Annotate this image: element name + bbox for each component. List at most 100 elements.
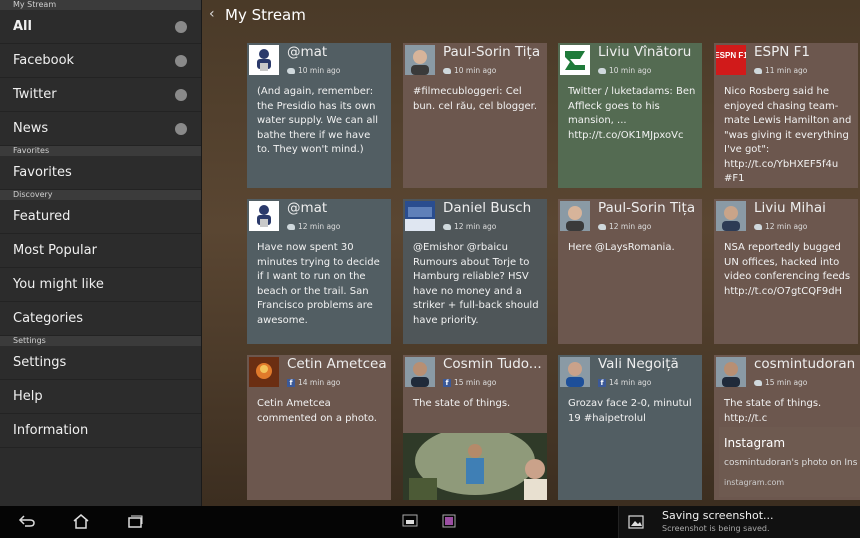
avatar[interactable]	[249, 357, 279, 387]
home-nav-icon[interactable]	[72, 514, 90, 529]
twitter-icon	[754, 379, 762, 386]
sidebar-item-settings[interactable]: Settings	[0, 346, 201, 380]
sidebar-item-label: Favorites	[13, 165, 72, 180]
card-text: NSA reportedly bugged UN offices, hacked…	[724, 242, 851, 297]
stream-card[interactable]: Liviu Vînătoru 10 min ago Twitter / luketa…	[558, 43, 702, 188]
avatar[interactable]	[560, 357, 590, 387]
sidebar-item-label: Twitter	[13, 87, 57, 102]
card-author[interactable]: cosmintudoran	[754, 356, 855, 372]
toggle-dot-icon[interactable]	[175, 123, 187, 135]
sidebar-item-most-popular[interactable]: Most Popular	[0, 234, 201, 268]
sidebar-section-header: Settings	[0, 336, 201, 346]
avatar[interactable]	[249, 45, 279, 75]
sidebar-item-help[interactable]: Help	[0, 380, 201, 414]
sidebar-item-featured[interactable]: Featured	[0, 200, 201, 234]
card-meta: 10 min ago	[443, 66, 496, 75]
twitter-icon	[598, 223, 606, 230]
back-nav-icon[interactable]	[18, 514, 36, 528]
toggle-dot-icon[interactable]	[175, 21, 187, 33]
twitter-icon	[287, 223, 295, 230]
facebook-icon: f	[598, 378, 606, 387]
card-text: Here @LaysRomania.	[568, 242, 675, 253]
sidebar-item-categories[interactable]: Categories	[0, 302, 201, 336]
card-meta: f 15 min ago	[443, 378, 496, 387]
stream-card[interactable]: Paul-Sorin Tița 12 min ago Here @LaysRoman…	[558, 199, 702, 344]
card-meta: 12 min ago	[287, 222, 340, 231]
page-title: My Stream	[225, 6, 306, 24]
card-time: 14 min ago	[298, 378, 341, 387]
small-app-icon[interactable]	[402, 514, 418, 528]
card-time: 10 min ago	[609, 66, 652, 75]
twitter-icon	[287, 67, 295, 74]
card-text: Nico Rosberg said he enjoyed chasing tea…	[724, 86, 852, 184]
sidebar-item-information[interactable]: Information	[0, 414, 201, 448]
sidebar-item-you-might-like[interactable]: You might like	[0, 268, 201, 302]
recent-apps-icon[interactable]	[126, 514, 144, 529]
card-photo[interactable]	[403, 427, 547, 500]
card-meta: 11 min ago	[754, 66, 807, 75]
card-author[interactable]: Paul-Sorin Tița	[443, 44, 540, 60]
stream-card[interactable]: Liviu Mihai 12 min ago NSA reportedly bugg…	[714, 199, 858, 344]
stream-card[interactable]: Cetin Ametcea f 14 min ago Cetin Ametcea co…	[247, 355, 391, 500]
stream-card[interactable]: @mat 10 min ago (And again, remember: the …	[247, 43, 391, 188]
card-author[interactable]: Paul-Sorin Tița	[598, 200, 695, 216]
card-time: 14 min ago	[609, 378, 652, 387]
stream-card[interactable]: ESPN F1 ESPN F1 11 min ago Nico Rosberg sai…	[714, 43, 858, 188]
card-meta: 10 min ago	[598, 66, 651, 75]
card-text: #filmecubloggeri: Cel bun. cel rău, cel …	[413, 86, 537, 112]
stream-card[interactable]: cosmintudoran 15 min ago The state of thin…	[714, 355, 860, 500]
card-author[interactable]: Liviu Vînătoru	[598, 44, 691, 60]
avatar[interactable]	[405, 201, 435, 231]
stream-card[interactable]: Daniel Busch 12 min ago @Emishor @rbaicu R…	[403, 199, 547, 344]
avatar[interactable]: ESPN F1	[716, 45, 746, 75]
chevron-left-icon[interactable]: ‹	[209, 6, 215, 22]
card-author[interactable]: Daniel Busch	[443, 200, 531, 216]
sidebar-item-label: Most Popular	[13, 243, 97, 258]
link-preview[interactable]: Instagram cosmintudoran's photo on Ins ins…	[719, 427, 860, 497]
header: ‹ My Stream	[202, 0, 860, 34]
avatar[interactable]	[716, 357, 746, 387]
card-text: (And again, remember: the Presidio has i…	[257, 86, 379, 155]
sidebar-item-favorites[interactable]: Favorites	[0, 156, 201, 190]
sidebar-item-label: All	[13, 19, 32, 34]
facebook-icon: f	[443, 378, 451, 387]
card-author[interactable]: Cosmin Tudo...	[443, 356, 542, 372]
sidebar-section-header: Discovery	[0, 190, 201, 200]
sidebar-item-all[interactable]: All	[0, 10, 201, 44]
twitter-icon	[443, 67, 451, 74]
stream-card[interactable]: @mat 12 min ago Have now spent 30 minutes …	[247, 199, 391, 344]
avatar[interactable]	[560, 45, 590, 75]
card-author[interactable]: Cetin Ametcea	[287, 356, 387, 372]
card-text: Cetin Ametcea commented on a photo.	[257, 398, 377, 424]
sidebar-item-label: Information	[13, 423, 89, 438]
small-app-2-icon[interactable]	[442, 514, 456, 528]
card-author[interactable]: Vali Negoiță	[598, 356, 679, 372]
avatar[interactable]	[405, 45, 435, 75]
card-author[interactable]: ESPN F1	[754, 44, 810, 60]
link-description: cosmintudoran's photo on Ins	[724, 458, 858, 468]
avatar[interactable]	[249, 201, 279, 231]
card-author[interactable]: Liviu Mihai	[754, 200, 826, 216]
avatar[interactable]	[560, 201, 590, 231]
avatar[interactable]	[716, 201, 746, 231]
toggle-dot-icon[interactable]	[175, 89, 187, 101]
stream-card[interactable]: Vali Negoiță f 14 min ago Grozav face 2-0, …	[558, 355, 702, 500]
card-time: 12 min ago	[454, 222, 497, 231]
link-title: Instagram	[724, 436, 786, 450]
stream-card[interactable]: Paul-Sorin Tița 10 min ago #filmecublogger…	[403, 43, 547, 188]
svg-text:ESPN F1: ESPN F1	[716, 51, 746, 60]
sidebar-item-news[interactable]: News	[0, 112, 201, 146]
sidebar-item-twitter[interactable]: Twitter	[0, 78, 201, 112]
toggle-dot-icon[interactable]	[175, 55, 187, 67]
card-time: 10 min ago	[298, 66, 341, 75]
card-time: 12 min ago	[609, 222, 652, 231]
twitter-icon	[754, 223, 762, 230]
stream-card[interactable]: Cosmin Tudo... f 15 min ago The state of th…	[403, 355, 547, 500]
card-text: The state of things. http://t.c	[724, 398, 822, 424]
card-author[interactable]: @mat	[287, 44, 327, 60]
card-text: Twitter / luketadams: Ben Affleck goes t…	[568, 86, 696, 141]
sidebar-item-label: Featured	[13, 209, 71, 224]
sidebar-item-facebook[interactable]: Facebook	[0, 44, 201, 78]
avatar[interactable]	[405, 357, 435, 387]
card-author[interactable]: @mat	[287, 200, 327, 216]
